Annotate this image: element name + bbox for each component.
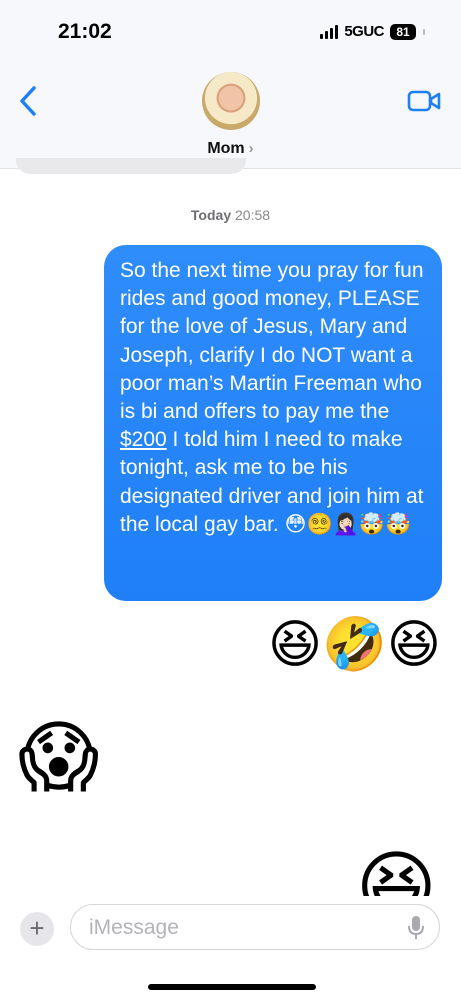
battery-icon: 81 bbox=[390, 23, 416, 40]
network-type: 5GUC bbox=[344, 23, 384, 40]
cellular-signal-icon bbox=[320, 24, 339, 39]
video-camera-icon[interactable] bbox=[407, 88, 441, 114]
chevron-left-icon[interactable] bbox=[14, 84, 42, 118]
outgoing-emoji-message-partial[interactable]: 😆 bbox=[356, 842, 437, 900]
outgoing-emoji-message[interactable]: 😆🤣😆 bbox=[268, 615, 441, 675]
timestamp-time: 20:58 bbox=[235, 207, 271, 223]
incoming-emoji-message[interactable]: 😱 bbox=[18, 712, 99, 802]
status-time: 21:02 bbox=[58, 20, 112, 43]
outgoing-message-bubble[interactable]: So the next time you pray for fun rides … bbox=[104, 245, 442, 601]
avatar[interactable] bbox=[202, 72, 260, 130]
previous-message-bubble bbox=[16, 158, 246, 174]
message-timestamp: Today 20:58 bbox=[0, 207, 461, 223]
contact-name: Mom bbox=[207, 140, 245, 157]
message-input[interactable] bbox=[87, 913, 391, 943]
message-text-part1: So the next time you pray for fun rides … bbox=[120, 259, 424, 424]
status-indicators: 5GUC 81 bbox=[320, 23, 425, 40]
home-indicator bbox=[148, 984, 316, 990]
contact-name-button[interactable]: Mom › bbox=[0, 140, 461, 158]
message-field[interactable] bbox=[70, 904, 440, 950]
timestamp-day: Today bbox=[190, 207, 232, 223]
microphone-icon[interactable] bbox=[407, 915, 425, 941]
add-attachment-button[interactable]: + bbox=[20, 912, 54, 946]
battery-cap bbox=[423, 28, 425, 35]
navigation-header: 21:02 5GUC 81 Mom › bbox=[0, 0, 461, 169]
chevron-right-icon: › bbox=[248, 140, 254, 157]
money-link[interactable]: $200 bbox=[120, 428, 167, 451]
